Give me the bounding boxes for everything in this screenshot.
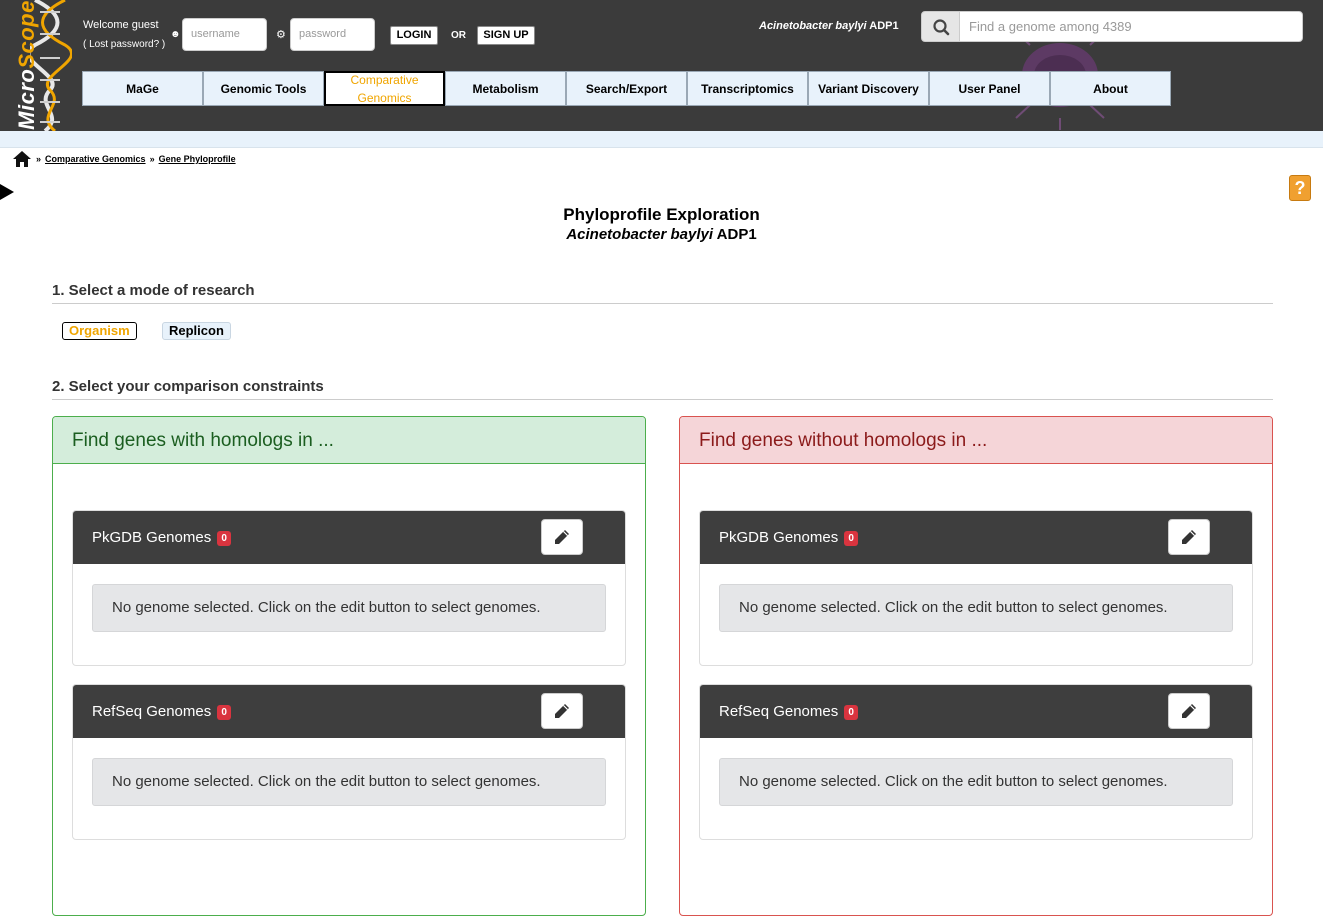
site-header: MicroScope Welcome guest ( Lost password…	[0, 0, 1323, 131]
pencil-icon	[1182, 530, 1196, 544]
without-pkgdb-label: PkGDB Genomes	[719, 529, 839, 546]
mode-replicon-button[interactable]: Replicon	[162, 322, 231, 340]
pencil-icon	[1182, 704, 1196, 718]
without-refseq-edit-button[interactable]	[1168, 693, 1210, 729]
without-pkgdb-header: PkGDB Genomes 0	[700, 511, 1252, 564]
with-pkgdb-empty-message: No genome selected. Click on the edit bu…	[92, 584, 606, 632]
with-pkgdb-header: PkGDB Genomes 0	[73, 511, 625, 564]
with-pkgdb-box: PkGDB Genomes 0 No genome selected. Clic…	[72, 510, 626, 666]
breadcrumb-comparative-genomics[interactable]: Comparative Genomics	[45, 154, 146, 164]
without-pkgdb-edit-button[interactable]	[1168, 519, 1210, 555]
genome-search: Find a genome among 4389	[921, 11, 1303, 42]
page-title: Phyloprofile Exploration	[563, 205, 760, 224]
search-input[interactable]: Find a genome among 4389	[959, 11, 1303, 42]
with-refseq-count-badge: 0	[217, 704, 231, 720]
section-constraints-heading: 2. Select your comparison constraints	[52, 378, 1273, 400]
logo-text: MicroScope	[13, 0, 39, 130]
sidebar-toggle-arrow-icon[interactable]	[0, 184, 14, 200]
welcome-text: Welcome guest	[83, 19, 159, 31]
pencil-icon	[555, 704, 569, 718]
without-pkgdb-count-badge: 0	[844, 530, 858, 546]
nav-item-user-panel[interactable]: User Panel	[929, 71, 1050, 106]
nav-item-transcriptomics[interactable]: Transcriptomics	[687, 71, 808, 106]
login-button[interactable]: LOGIN	[390, 26, 438, 45]
without-refseq-box: RefSeq Genomes 0 No genome selected. Cli…	[699, 684, 1253, 840]
with-refseq-edit-button[interactable]	[541, 693, 583, 729]
lost-password-link[interactable]: ( Lost password? )	[83, 39, 165, 50]
with-refseq-label: RefSeq Genomes	[92, 703, 212, 720]
breadcrumb-separator: »	[149, 154, 155, 164]
nav-item-genomic-tools[interactable]: Genomic Tools	[203, 71, 324, 106]
with-pkgdb-edit-button[interactable]	[541, 519, 583, 555]
with-refseq-empty-message: No genome selected. Click on the edit bu…	[92, 758, 606, 806]
signup-button[interactable]: SIGN UP	[477, 26, 535, 45]
search-icon	[933, 19, 950, 36]
help-button[interactable]: ?	[1289, 175, 1311, 201]
key-icon: ⚙	[276, 29, 286, 41]
without-refseq-label: RefSeq Genomes	[719, 703, 839, 720]
without-pkgdb-empty-message: No genome selected. Click on the edit bu…	[719, 584, 1233, 632]
without-pkgdb-box: PkGDB Genomes 0 No genome selected. Clic…	[699, 510, 1253, 666]
mode-organism-button[interactable]: Organism	[62, 322, 137, 340]
with-homologs-title: Find genes with homologs in ...	[53, 417, 645, 464]
username-input[interactable]: username	[182, 18, 267, 51]
sub-navigation-bar	[0, 131, 1323, 148]
microscope-logo[interactable]: MicroScope	[0, 0, 72, 131]
search-button[interactable]	[921, 11, 960, 42]
breadcrumb-separator: »	[36, 154, 42, 164]
without-refseq-empty-message: No genome selected. Click on the edit bu…	[719, 758, 1233, 806]
with-refseq-header: RefSeq Genomes 0	[73, 685, 625, 738]
with-pkgdb-label: PkGDB Genomes	[92, 529, 212, 546]
without-refseq-header: RefSeq Genomes 0	[700, 685, 1252, 738]
with-pkgdb-count-badge: 0	[217, 530, 231, 546]
home-icon[interactable]	[12, 150, 32, 168]
section-mode-heading: 1. Select a mode of research	[52, 282, 1273, 304]
with-homologs-panel: Find genes with homologs in ... PkGDB Ge…	[52, 416, 646, 916]
password-input[interactable]: password	[290, 18, 375, 51]
page-subtitle: Acinetobacter baylyi ADP1	[566, 226, 757, 243]
main-nav: MaGe Genomic Tools Comparative Genomics …	[82, 71, 1171, 106]
nav-item-search-export[interactable]: Search/Export	[566, 71, 687, 106]
nav-item-metabolism[interactable]: Metabolism	[445, 71, 566, 106]
nav-item-mage[interactable]: MaGe	[82, 71, 203, 106]
or-label: OR	[451, 30, 466, 41]
breadcrumb: » Comparative Genomics » Gene Phyloprofi…	[12, 150, 236, 168]
nav-item-about[interactable]: About	[1050, 71, 1171, 106]
current-organism: Acinetobacter baylyi ADP1	[759, 20, 899, 32]
nav-item-variant-discovery[interactable]: Variant Discovery	[808, 71, 929, 106]
without-homologs-title: Find genes without homologs in ...	[680, 417, 1272, 464]
nav-item-comparative-genomics[interactable]: Comparative Genomics	[324, 71, 445, 106]
without-refseq-count-badge: 0	[844, 704, 858, 720]
user-icon: ☻	[170, 29, 181, 40]
with-refseq-box: RefSeq Genomes 0 No genome selected. Cli…	[72, 684, 626, 840]
breadcrumb-gene-phyloprofile[interactable]: Gene Phyloprofile	[159, 154, 236, 164]
pencil-icon	[555, 530, 569, 544]
without-homologs-panel: Find genes without homologs in ... PkGDB…	[679, 416, 1273, 916]
